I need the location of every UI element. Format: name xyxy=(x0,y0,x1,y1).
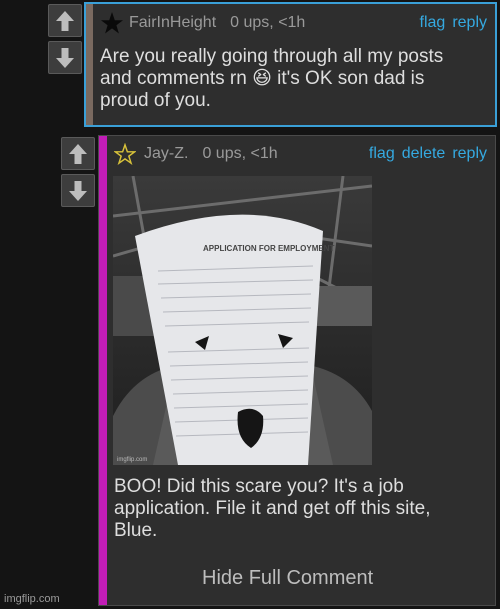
arrow-up-icon xyxy=(69,143,87,164)
comment-body: Are you really going through all my post… xyxy=(100,46,490,112)
comment-actions: flag reply xyxy=(420,14,487,32)
comment-body: BOO! Did this scare you? It's a job appl… xyxy=(114,476,489,542)
flag-link[interactable]: flag xyxy=(369,145,395,163)
vote-column-2 xyxy=(61,137,95,211)
vote-column-1 xyxy=(48,4,82,78)
downvote-button-2[interactable] xyxy=(61,174,95,207)
star-outline-icon xyxy=(114,143,136,165)
arrow-down-icon xyxy=(56,47,74,68)
comment-line: proud of you. xyxy=(100,90,211,111)
hide-full-comment-button[interactable]: Hide Full Comment xyxy=(202,567,373,590)
reply-link[interactable]: reply xyxy=(452,145,487,163)
image-watermark: imgflip.com xyxy=(117,457,147,463)
upvote-button-2[interactable] xyxy=(61,137,95,170)
comment-accent-bar xyxy=(86,4,93,125)
site-watermark: imgflip.com xyxy=(4,593,60,605)
comment-line: and comments rn 😆 it's OK son dad is xyxy=(100,68,425,89)
comment-header: Jay-Z. 0 ups, <1h xyxy=(114,143,278,165)
comment-image[interactable]: APPLICATION FOR EMPLOYMENT imgflip.com xyxy=(113,176,372,465)
comment-header: FairInHeight 0 ups, <1h xyxy=(100,11,305,35)
comment-accent-bar xyxy=(99,136,107,605)
arrow-down-icon xyxy=(69,180,87,201)
upvote-button-1[interactable] xyxy=(48,4,82,37)
username[interactable]: Jay-Z. xyxy=(144,145,188,163)
image-caption: APPLICATION FOR EMPLOYMENT xyxy=(203,244,335,253)
comment-meta: 0 ups, <1h xyxy=(230,14,306,31)
comment-meta: 0 ups, <1h xyxy=(202,145,278,162)
comment-actions: flag delete reply xyxy=(369,145,487,163)
comment-line: application. File it and get off this si… xyxy=(114,498,431,519)
comment-line: BOO! Did this scare you? It's a job xyxy=(114,476,404,497)
star-filled-icon xyxy=(101,12,123,34)
arrow-up-icon xyxy=(56,10,74,31)
comment-line: Are you really going through all my post… xyxy=(100,46,444,67)
downvote-button-1[interactable] xyxy=(48,41,82,74)
reply-link[interactable]: reply xyxy=(452,14,487,32)
username[interactable]: FairInHeight xyxy=(129,14,216,32)
comment-1: FairInHeight 0 ups, <1h flag reply Are y… xyxy=(84,2,497,127)
comment-line: Blue. xyxy=(114,520,158,541)
flag-link[interactable]: flag xyxy=(420,14,446,32)
comment-2: Jay-Z. 0 ups, <1h flag delete reply APPL… xyxy=(98,135,496,606)
delete-link[interactable]: delete xyxy=(402,145,446,163)
photo-illustration: APPLICATION FOR EMPLOYMENT imgflip.com xyxy=(113,176,372,465)
